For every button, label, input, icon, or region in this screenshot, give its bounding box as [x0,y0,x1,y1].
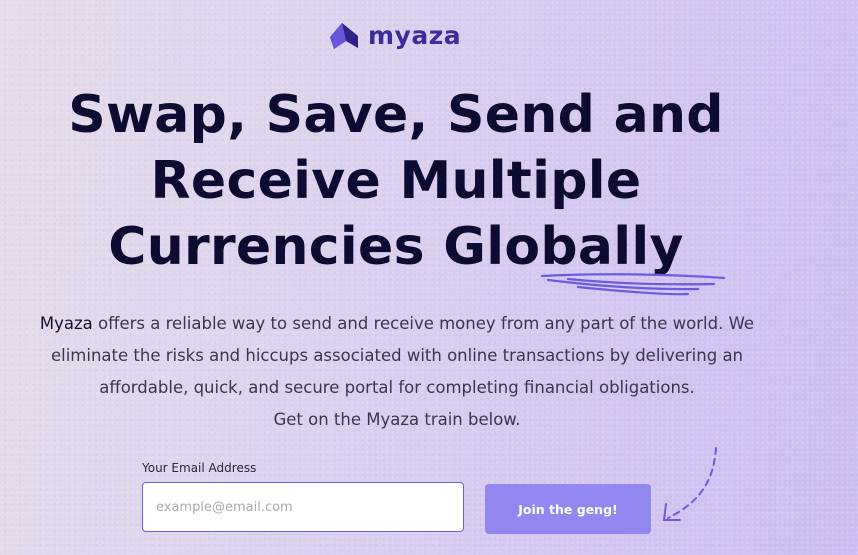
logo-icon [330,23,358,49]
brand-logo[interactable]: myaza [328,20,461,52]
hero-headline: Swap, Save, Send and Receive Multiple Cu… [0,82,792,280]
hero-description: Myaza offers a reliable way to send and … [30,308,764,436]
description-line-1-text: offers a reliable way to send and receiv… [92,314,755,333]
dashed-arrow-icon [662,447,717,521]
brand-name: myaza [368,21,462,50]
email-input[interactable] [142,482,464,532]
description-line-4: Get on the Myaza train below. [273,410,521,429]
email-label: Your Email Address [142,461,257,475]
description-line-1: Myaza offers a reliable way to send and … [30,308,764,340]
description-brand-word: Myaza [39,314,93,333]
headline-line-2: Receive Multiple [150,151,642,211]
headline-line-1: Swap, Save, Send and [68,85,724,145]
description-line-2: eliminate the risks and hiccups associat… [50,346,744,365]
scribble-underline-decoration [540,273,726,296]
join-button[interactable]: Join the geng! [485,484,651,534]
description-line-3: affordable, quick, and secure portal for… [99,378,695,397]
